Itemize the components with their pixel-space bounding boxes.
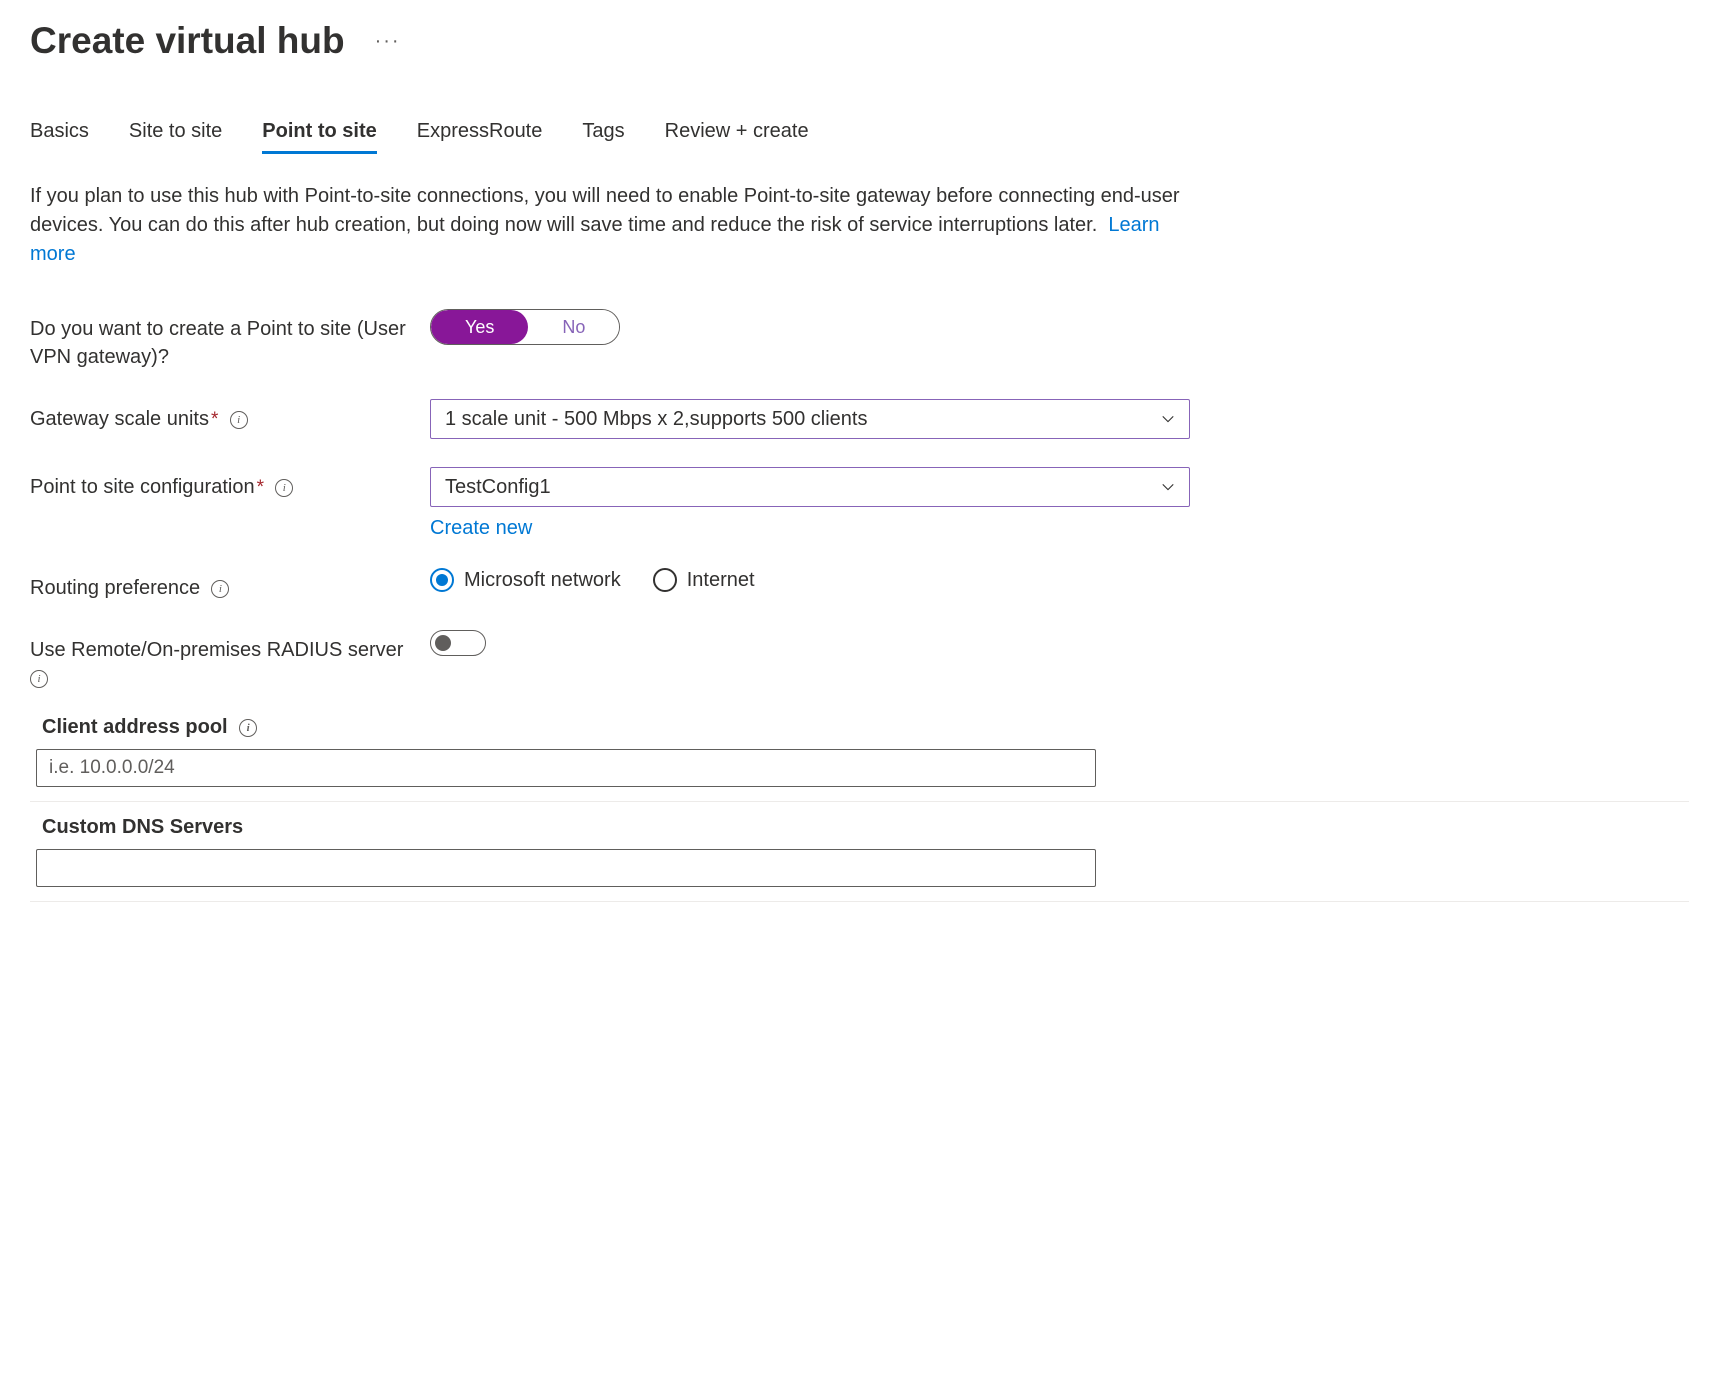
tab-site-to-site[interactable]: Site to site xyxy=(129,112,222,154)
tab-description: If you plan to use this hub with Point-t… xyxy=(30,182,1180,269)
routing-pref-ms-label: Microsoft network xyxy=(464,569,621,592)
p2s-config-dropdown[interactable]: TestConfig1 xyxy=(430,467,1190,507)
divider xyxy=(30,901,1689,902)
routing-pref-internet-label: Internet xyxy=(687,569,755,592)
description-text: If you plan to use this hub with Point-t… xyxy=(30,185,1180,236)
divider xyxy=(30,801,1689,802)
info-icon[interactable]: i xyxy=(211,580,229,598)
required-indicator: * xyxy=(211,409,218,430)
info-icon[interactable]: i xyxy=(239,719,257,737)
tab-point-to-site[interactable]: Point to site xyxy=(262,112,376,154)
client-pool-input[interactable] xyxy=(36,749,1096,787)
info-icon[interactable]: i xyxy=(275,479,293,497)
p2s-config-label: Point to site configuration xyxy=(30,476,255,498)
info-icon[interactable]: i xyxy=(230,411,248,429)
chevron-down-icon xyxy=(1161,480,1175,494)
page-title: Create virtual hub xyxy=(30,20,345,62)
tab-bar: Basics Site to site Point to site Expres… xyxy=(30,112,1689,154)
gateway-scale-value: 1 scale unit - 500 Mbps x 2,supports 500… xyxy=(445,408,867,431)
radius-switch[interactable] xyxy=(430,630,486,656)
more-actions-icon[interactable]: ··· xyxy=(375,30,401,53)
custom-dns-input[interactable] xyxy=(36,849,1096,887)
tab-expressroute[interactable]: ExpressRoute xyxy=(417,112,543,154)
gateway-scale-label: Gateway scale units xyxy=(30,408,209,430)
create-p2s-label: Do you want to create a Point to site (U… xyxy=(30,318,406,368)
p2s-config-value: TestConfig1 xyxy=(445,476,551,499)
tab-basics[interactable]: Basics xyxy=(30,112,89,154)
create-p2s-no[interactable]: No xyxy=(528,310,619,344)
info-icon[interactable]: i xyxy=(30,670,48,688)
radio-icon xyxy=(430,568,454,592)
tab-tags[interactable]: Tags xyxy=(582,112,624,154)
p2s-create-new-link[interactable]: Create new xyxy=(430,517,532,540)
custom-dns-label: Custom DNS Servers xyxy=(42,816,243,838)
required-indicator: * xyxy=(257,477,264,498)
routing-pref-radio-group: Microsoft network Internet xyxy=(430,568,1190,592)
chevron-down-icon xyxy=(1161,412,1175,426)
routing-pref-internet[interactable]: Internet xyxy=(653,568,755,592)
routing-pref-ms-network[interactable]: Microsoft network xyxy=(430,568,621,592)
routing-pref-label: Routing preference xyxy=(30,577,200,599)
gateway-scale-dropdown[interactable]: 1 scale unit - 500 Mbps x 2,supports 500… xyxy=(430,399,1190,439)
create-p2s-toggle[interactable]: Yes No xyxy=(430,309,620,345)
radio-icon xyxy=(653,568,677,592)
radius-label: Use Remote/On-premises RADIUS server xyxy=(30,639,403,661)
tab-review-create[interactable]: Review + create xyxy=(665,112,809,154)
client-pool-label: Client address pool xyxy=(42,716,228,738)
switch-knob-icon xyxy=(435,635,451,651)
create-p2s-yes[interactable]: Yes xyxy=(431,310,528,344)
